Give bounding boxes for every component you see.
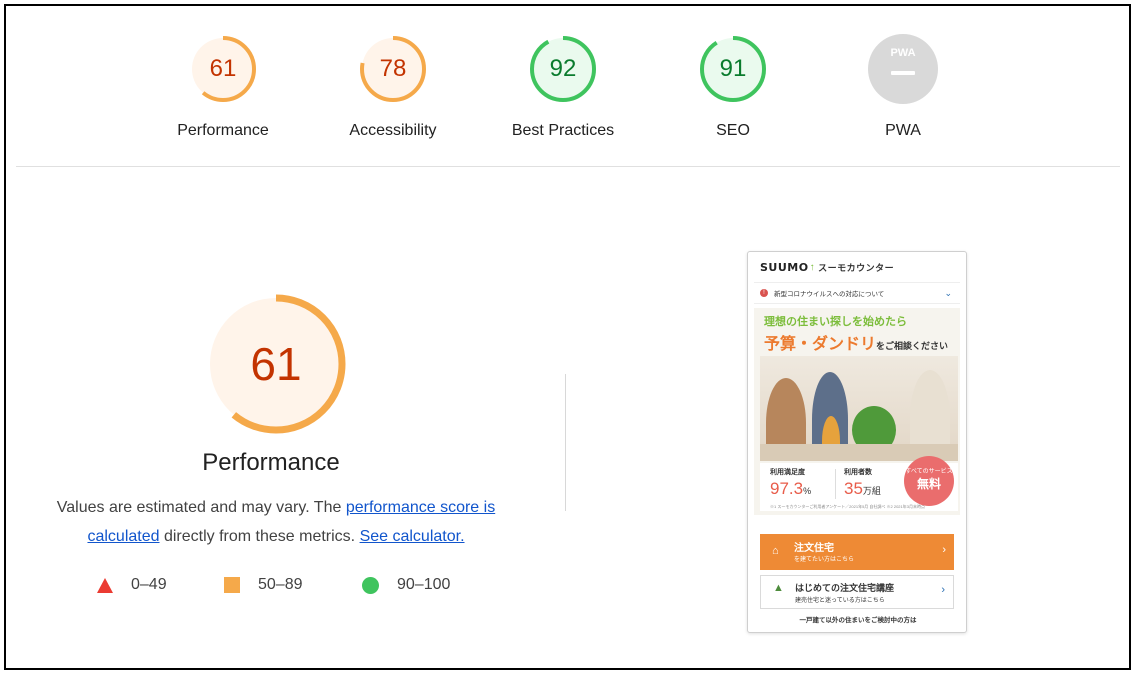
gauge-score: 91 [719, 55, 747, 82]
stat2-label: 利用者数 [844, 469, 872, 476]
legend-pass: 90–100 [362, 576, 450, 594]
other-homes-text: 一戸建て以外の住まいをご検討中の方は [799, 617, 917, 624]
badge-top: すべてのサービス [905, 469, 953, 475]
gauge-label: PWA [885, 122, 921, 139]
hero-emphasis: 予算・ダンドリ [764, 336, 877, 353]
warning-icon: ! [760, 289, 768, 297]
btn1-title: 注文住宅 [794, 543, 834, 554]
performance-score: 61 [250, 338, 302, 390]
gauge-score: 61 [209, 55, 237, 82]
gauge-ring: 61 [188, 34, 258, 104]
stat1-value: 97.3% [770, 479, 811, 499]
hero-photo [760, 356, 958, 461]
hero-line1: 理想の住まい探しを始めたら [764, 316, 907, 328]
gauge-ring: 78 [358, 34, 428, 104]
logo-arrow-icon: ↑ [809, 261, 816, 273]
custom-house-button[interactable]: ⌂ 注文住宅 を建てたい方はこちら › [760, 534, 954, 570]
btn1-subtitle: を建てたい方はこちら [794, 557, 855, 563]
final-screenshot[interactable]: SUUMO ↑ スーモカウンター ! 新型コロナウイルスへの対応について ⌄ 理… [747, 251, 967, 633]
stat1-number: 97.3 [770, 479, 804, 498]
score-legend: 0–49 50–89 90–100 [6, 576, 536, 600]
logo-subtitle: スーモカウンター [818, 262, 895, 273]
chevron-down-icon: ⌄ [944, 288, 952, 298]
gauge-ring: 91 [698, 34, 768, 104]
see-calculator-link[interactable]: See calculator. [360, 528, 465, 545]
site-header: SUUMO ↑ スーモカウンター [748, 252, 966, 282]
gauge-score: 78 [379, 55, 407, 82]
chevron-right-icon: › [942, 544, 946, 556]
free-badge: すべてのサービス 無料 [904, 456, 954, 506]
gauge-label: Accessibility [349, 122, 437, 139]
stat2-value: 35万組 [844, 479, 881, 499]
pwa-icon-text: PWA [890, 47, 916, 59]
legend-average: 50–89 [224, 576, 303, 594]
graduation-cap-icon: ▲ [773, 582, 784, 594]
desc-prefix: Values are estimated and may vary. The [56, 499, 346, 516]
section-divider [16, 166, 1120, 167]
desc-middle: directly from these metrics. [159, 528, 360, 545]
triangle-icon [97, 577, 113, 593]
performance-description: Values are estimated and may vary. The p… [26, 493, 526, 551]
stat2-number: 35 [844, 479, 863, 498]
gauge-score: 92 [549, 55, 577, 82]
legend-range: 50–89 [258, 576, 303, 593]
legend-fail: 0–49 [97, 576, 167, 594]
house-icon: ⌂ [772, 545, 779, 557]
hero-banner: 理想の住まい探しを始めたら 予算・ダンドリをご相談ください 利用満足度 97.3… [754, 308, 960, 515]
stat2-unit: 万組 [862, 486, 881, 496]
btn2-subtitle: 建売住宅と迷っている方はこちら [795, 598, 885, 604]
hero-suffix: をご相談ください [876, 341, 949, 351]
chevron-right-icon: › [941, 584, 945, 596]
performance-gauge-large: 61 [201, 289, 351, 439]
gauge-accessibility[interactable]: 78 Accessibility [318, 34, 468, 140]
square-icon [224, 577, 240, 593]
report-frame: 61 Performance 78 Accessibility 92 Best … [4, 4, 1131, 670]
suumo-logo: SUUMO [760, 260, 809, 274]
pwa-icon: PWA [868, 34, 938, 104]
gauge-pwa[interactable]: PWA PWA [828, 34, 978, 140]
covid-notice: ! 新型コロナウイルスへの対応について ⌄ [754, 282, 960, 304]
stat1-label: 利用満足度 [770, 469, 805, 476]
gauge-label: SEO [716, 122, 750, 139]
gauge-performance[interactable]: 61 Performance [148, 34, 298, 140]
stats-divider [835, 469, 836, 499]
vertical-divider [565, 374, 566, 511]
category-gauges: 61 Performance 78 Accessibility 92 Best … [6, 6, 1129, 166]
gauge-seo[interactable]: 91 SEO [658, 34, 808, 140]
notice-text: 新型コロナウイルスへの対応について [774, 291, 885, 298]
circle-icon [362, 576, 379, 594]
gauge-ring: 92 [528, 34, 598, 104]
fine-print: ※1 スーモカウンターご利用者アンケート／2021年5月 自社調べ ※2 202… [770, 504, 925, 509]
btn2-title: はじめての注文住宅講座 [795, 583, 895, 593]
gauge-label: Best Practices [511, 122, 615, 139]
legend-range: 0–49 [131, 576, 167, 593]
stat1-unit: % [803, 486, 812, 496]
performance-title: Performance [202, 449, 340, 476]
legend-range: 90–100 [397, 576, 451, 593]
badge-main: 無料 [916, 477, 941, 491]
gauge-best-practices[interactable]: 92 Best Practices [488, 34, 638, 140]
gauge-label: Performance [177, 122, 269, 139]
beginner-course-button[interactable]: ▲ はじめての注文住宅講座 建売住宅と迷っている方はこちら › [760, 575, 954, 609]
hero-line2: 予算・ダンドリをご相談ください [764, 330, 948, 354]
